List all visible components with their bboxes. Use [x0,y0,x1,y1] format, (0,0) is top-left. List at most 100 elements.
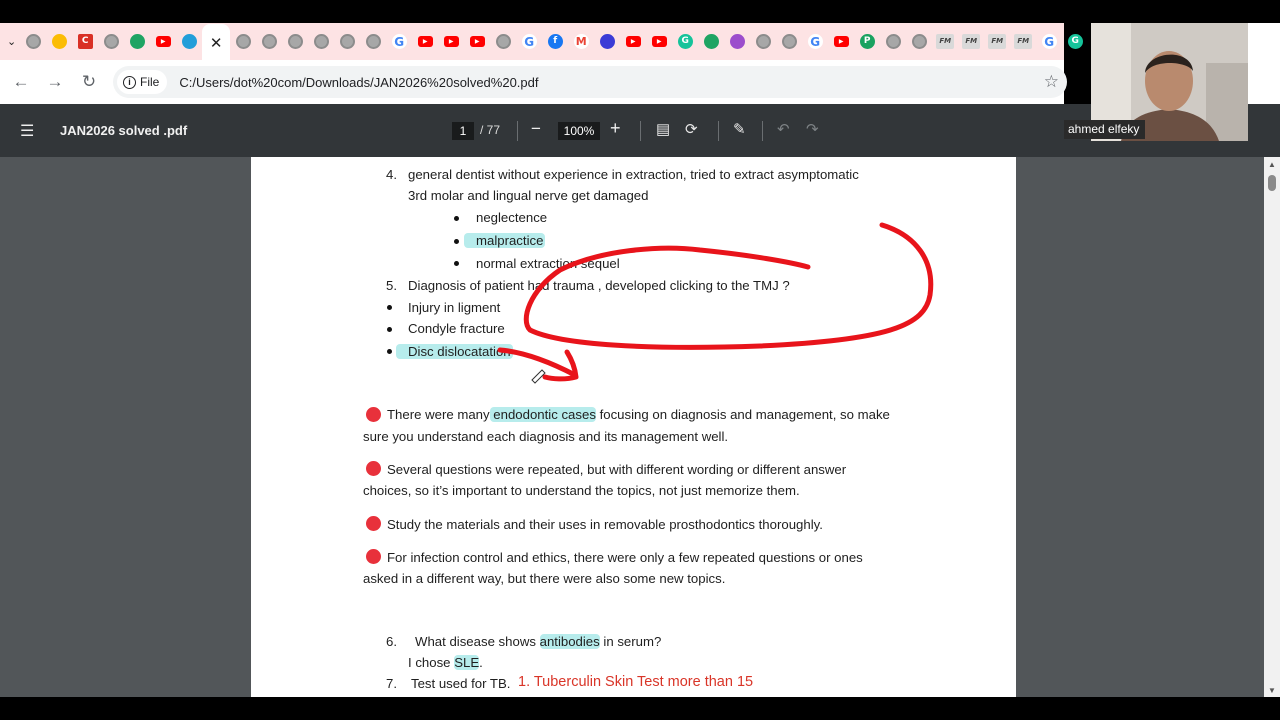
annotate-pen-icon[interactable]: ✎ [733,120,746,138]
toolbar-divider [762,121,763,141]
question-text: Diagnosis of patient had trauma , develo… [408,278,790,293]
facebook-icon: f [547,34,563,49]
omnibox[interactable]: i File C:/Users/dot%20com/Downloads/JAN2… [113,66,1067,98]
browser-tab[interactable] [360,29,386,55]
tabs-container: C ▶ ✕ G ▶ ▶ ▶ Gf M ▶ ▶ G G ▶ P FM FM FM FM G G [20,22,1088,61]
browser-tab[interactable]: G [386,29,412,55]
browser-tab[interactable]: G [672,29,698,55]
youtube-icon: ▶ [417,36,433,47]
question-text: 3rd molar and lingual nerve get damaged [408,188,649,203]
bullet [454,216,459,221]
undo-icon[interactable]: ↶ [777,120,790,138]
scroll-up-icon[interactable]: ▲ [1268,160,1276,169]
browser-tab[interactable] [750,29,776,55]
youtube-icon: ▶ [651,36,667,47]
back-arrow-icon[interactable]: ← [4,65,38,99]
redo-icon[interactable]: ↷ [806,120,819,138]
zoom-input[interactable]: 100% [558,122,600,140]
active-tab[interactable]: ✕ [202,24,231,61]
site-chip-label: File [140,75,160,89]
scroll-down-icon[interactable]: ▼ [1268,686,1276,695]
close-tab-icon[interactable]: ✕ [206,34,226,52]
scrollbar-thumb[interactable] [1268,175,1276,191]
browser-tab[interactable] [256,29,282,55]
red-circle-bullet [366,407,381,422]
browser-tab[interactable] [282,29,308,55]
page-number-input[interactable]: 1 [452,122,474,140]
browser-tab[interactable]: G [1036,29,1062,55]
bullet [454,261,459,266]
browser-tab[interactable]: FM [958,29,984,55]
highlighted-answer: Disc dislocatation [396,344,513,359]
tab-search-button[interactable]: ⌄ [7,35,16,48]
browser-tab[interactable] [230,29,256,55]
browser-tab[interactable]: FM [984,29,1010,55]
browser-tab[interactable] [46,29,72,55]
browser-tab[interactable]: FM [1010,29,1036,55]
info-icon: i [123,75,136,89]
browser-tab[interactable]: ▶ [464,29,490,55]
browser-tab[interactable]: ▶ [438,29,464,55]
generic-favicon-icon [103,34,119,49]
browser-tab[interactable]: G [516,29,542,55]
highlighted-answer: malpractice [464,233,546,248]
question-text: general dentist without experience in ex… [408,167,859,182]
browser-tab[interactable] [124,29,150,55]
fit-page-icon[interactable]: ▤ [656,120,670,138]
url-text[interactable]: C:/Users/dot%20com/Downloads/JAN2026%20s… [179,75,538,90]
browser-tab[interactable] [594,29,620,55]
browser-tab[interactable] [20,29,46,55]
vertical-scrollbar[interactable]: ▲ ▼ [1264,157,1280,697]
browser-tab[interactable]: G [1062,29,1088,55]
google-icon: G [1041,34,1057,49]
browser-tab[interactable]: M [568,29,594,55]
browser-tab[interactable]: f [542,29,568,55]
browser-tab[interactable] [698,29,724,55]
question-number: 5. [386,278,397,293]
browser-tab[interactable] [98,29,124,55]
browser-tab[interactable]: P [854,29,880,55]
google-ads-icon [51,34,67,49]
browser-tab[interactable]: G [802,29,828,55]
browser-tab[interactable] [334,29,360,55]
telegram-icon [181,34,197,49]
browser-tab[interactable] [906,29,932,55]
browser-tab[interactable] [490,29,516,55]
browser-tab[interactable]: FM [932,29,958,55]
zoom-out-button[interactable]: − [531,119,541,139]
browser-tab[interactable]: ▶ [828,29,854,55]
red-answer-text: 1. Tuberculin Skin Test more than 15 [518,674,754,690]
forward-arrow-icon[interactable]: → [38,65,72,99]
browser-tab[interactable]: C [72,29,98,55]
browser-tab[interactable] [880,29,906,55]
browser-tab[interactable]: ▶ [150,29,176,55]
site-info-chip[interactable]: i File [117,70,168,94]
browser-tab[interactable] [776,29,802,55]
zoom-in-button[interactable]: + [610,118,621,139]
browser-tab-strip: ⌄ C ▶ ✕ G ▶ ▶ ▶ Gf M ▶ ▶ G G ▶ P FM FM FM FM G G [0,23,1083,61]
fm-icon: FM [1014,34,1033,49]
google-icon: G [807,34,823,49]
presenter-name-label: ahmed elfeky [1064,120,1145,139]
generic-favicon-icon [339,34,355,49]
google-icon: G [391,34,407,49]
browser-tab[interactable] [176,29,202,55]
browser-tab[interactable]: ▶ [620,29,646,55]
menu-icon[interactable]: ☰ [20,121,34,141]
bookmark-star-icon[interactable]: ☆ [1044,72,1059,92]
reload-icon[interactable]: ↻ [72,65,106,99]
rotate-icon[interactable]: ⟳ [685,120,698,138]
option-text: neglectence [476,210,548,225]
browser-tab[interactable] [308,29,334,55]
top-black-bar [0,0,1280,23]
generic-favicon-icon [25,34,41,49]
youtube-icon: ▶ [833,36,849,47]
browser-tab[interactable] [724,29,750,55]
red-circle-bullet [366,549,381,564]
pdf-viewer-area[interactable]: 4. general dentist without experience in… [0,157,1280,697]
browser-tab[interactable]: ▶ [412,29,438,55]
bullet [387,327,392,332]
browser-tab[interactable]: ▶ [646,29,672,55]
red-circle-bullet [366,516,381,531]
document-title: JAN2026 solved .pdf [60,123,188,138]
